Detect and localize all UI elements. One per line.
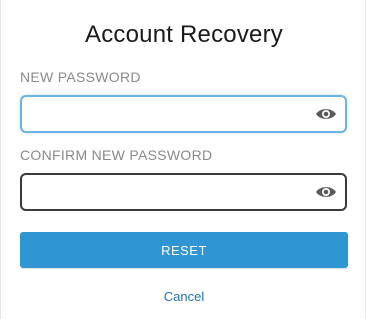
new-password-input[interactable] xyxy=(30,97,300,131)
confirm-password-label: CONFIRM NEW PASSWORD xyxy=(20,147,213,163)
reset-button[interactable]: RESET xyxy=(20,232,348,268)
cancel-link[interactable]: Cancel xyxy=(1,289,366,304)
dialog-title: Account Recovery xyxy=(85,21,283,48)
eye-icon[interactable] xyxy=(315,106,337,122)
eye-icon[interactable] xyxy=(315,184,337,200)
new-password-field-wrapper xyxy=(20,95,347,133)
confirm-password-input[interactable] xyxy=(30,175,300,209)
new-password-label: NEW PASSWORD xyxy=(20,69,141,85)
account-recovery-dialog: Account Recovery NEW PASSWORD CONFIRM NE… xyxy=(0,0,366,319)
confirm-password-field-wrapper xyxy=(20,173,347,211)
